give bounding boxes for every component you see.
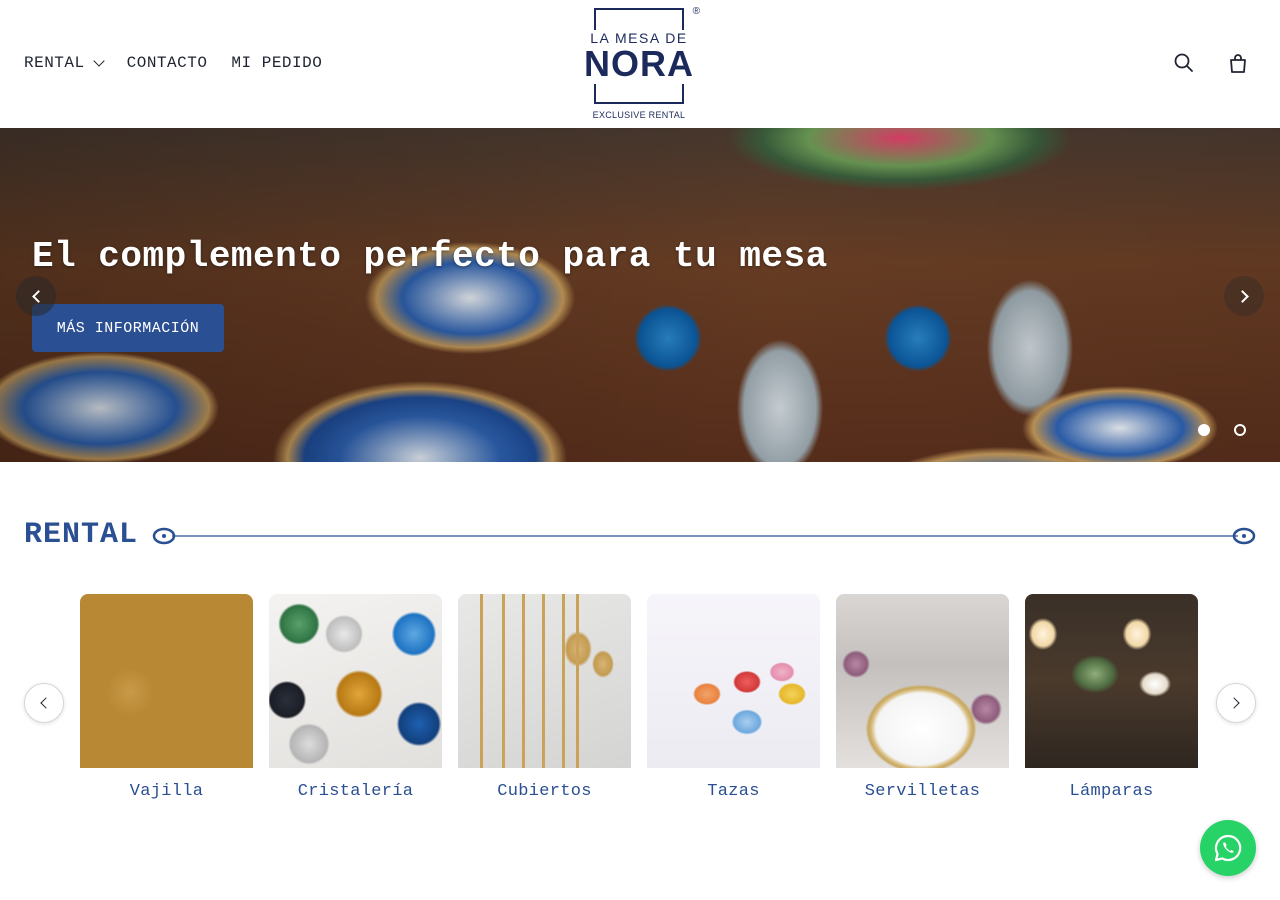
search-icon[interactable] <box>1174 52 1194 74</box>
chevron-right-icon <box>1228 697 1240 709</box>
category-image <box>458 594 631 768</box>
rental-prev-button[interactable] <box>24 683 64 723</box>
section-title-rental: RENTAL <box>24 518 139 552</box>
hero-prev-button[interactable] <box>16 276 56 316</box>
category-label: Lámparas <box>1069 782 1154 801</box>
nav-rental-label: RENTAL <box>24 54 85 72</box>
category-card-cubiertos[interactable]: Cubiertos <box>458 594 631 801</box>
category-image <box>836 594 1009 768</box>
nav-mi-pedido-label: MI PEDIDO <box>231 54 323 72</box>
chevron-left-icon <box>31 289 45 303</box>
chevron-left-icon <box>40 697 52 709</box>
hero-dot-2[interactable] <box>1234 424 1246 436</box>
header-actions <box>1174 52 1248 74</box>
category-card-tazas[interactable]: Tazas <box>647 594 820 801</box>
site-logo[interactable]: LA MESA DE NORA EXCLUSIVE RENTAL ® <box>580 4 702 124</box>
ornament-divider <box>152 524 1258 548</box>
nav-contacto-label: CONTACTO <box>126 54 208 72</box>
more-info-button[interactable]: MÁS INFORMACIÓN <box>32 304 224 352</box>
category-label: Vajilla <box>129 782 204 801</box>
category-label: Tazas <box>707 782 760 801</box>
chevron-down-icon <box>92 54 105 67</box>
category-card-vajilla[interactable]: Vajilla <box>80 594 253 801</box>
rental-next-button[interactable] <box>1216 683 1256 723</box>
registered-mark: ® <box>692 6 700 17</box>
whatsapp-icon <box>1214 834 1242 862</box>
category-card-servilletas[interactable]: Servilletas <box>836 594 1009 801</box>
nav-mi-pedido[interactable]: MI PEDIDO <box>231 54 322 72</box>
whatsapp-button[interactable] <box>1200 820 1256 876</box>
category-card-lamparas[interactable]: Lámparas <box>1025 594 1198 801</box>
nav-contacto[interactable]: CONTACTO <box>127 54 208 72</box>
hero-next-button[interactable] <box>1224 276 1264 316</box>
category-image <box>80 594 253 768</box>
category-label: Servilletas <box>864 782 981 801</box>
hero-pagination <box>1198 424 1246 436</box>
cart-icon[interactable] <box>1228 52 1248 74</box>
category-label: Cubiertos <box>497 782 592 801</box>
category-image <box>269 594 442 768</box>
chevron-right-icon <box>1235 289 1249 303</box>
site-header: RENTAL CONTACTO MI PEDIDO LA MESA DE NOR… <box>0 0 1280 128</box>
category-image <box>1025 594 1198 768</box>
nav-rental[interactable]: RENTAL <box>24 54 105 72</box>
rental-carousel: Vajilla Cristalería Cubiertos Tazas Serv… <box>80 594 1198 801</box>
category-label: Cristalería <box>297 782 414 801</box>
hero-title: El complemento perfecto para tu mesa <box>32 236 828 277</box>
hero-dot-1[interactable] <box>1198 424 1210 436</box>
hero-banner: El complemento perfecto para tu mesa MÁS… <box>0 128 1280 462</box>
hero-image <box>0 128 1280 462</box>
logo-text-main: NORA <box>580 44 698 84</box>
category-image <box>647 594 820 768</box>
main-nav: RENTAL CONTACTO MI PEDIDO <box>24 54 322 72</box>
category-card-cristaleria[interactable]: Cristalería <box>269 594 442 801</box>
logo-text-bottom: EXCLUSIVE RENTAL <box>592 110 686 120</box>
